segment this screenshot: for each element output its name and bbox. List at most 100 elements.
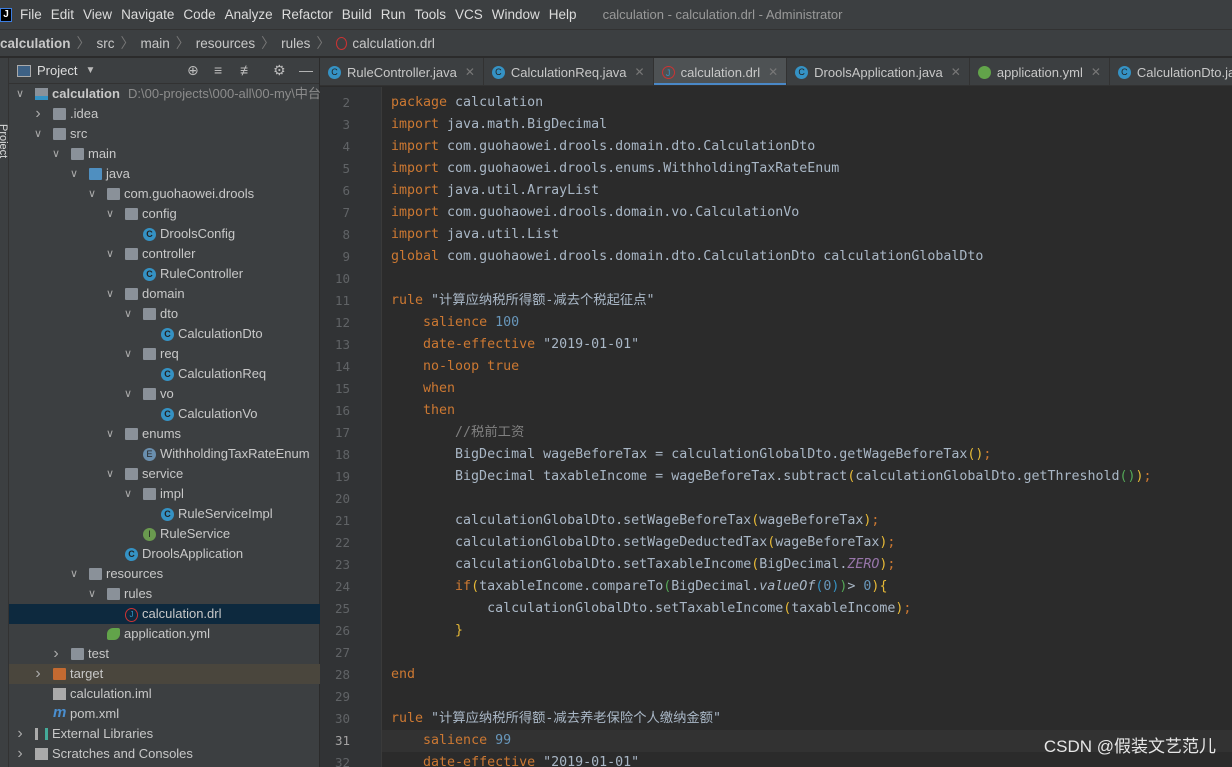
menu-build[interactable]: Build <box>342 7 372 22</box>
code-editor[interactable]: 2 3 4 5 6 7 8 9 10 11 12 13 14 15 16 17 18 19 20 21 22 23 24 25… <box>320 87 1232 767</box>
chevron-down-icon[interactable]: ∨ <box>123 344 133 364</box>
breadcrumb-item[interactable]: resources <box>196 36 255 51</box>
chevron-right-icon[interactable]: › <box>33 104 43 124</box>
tab-application-yml[interactable]: application.yml ✕ <box>970 58 1110 85</box>
close-icon[interactable]: ✕ <box>465 65 475 79</box>
file-icon <box>53 688 66 700</box>
chevron-down-icon[interactable]: ∨ <box>105 424 115 444</box>
chevron-down-icon[interactable]: ∨ <box>87 184 97 204</box>
tree-item[interactable]: ∨ dto <box>9 304 320 324</box>
tree-item[interactable]: C RuleServiceImpl <box>9 504 320 524</box>
menu-help[interactable]: Help <box>549 7 577 22</box>
chevron-down-icon[interactable]: ∨ <box>33 124 43 144</box>
chevron-right-icon[interactable]: › <box>15 744 25 764</box>
menu-navigate[interactable]: Navigate <box>121 7 174 22</box>
tree-item[interactable]: ∨ main <box>9 144 320 164</box>
chevron-down-icon[interactable]: ∨ <box>51 144 61 164</box>
project-tool-tab[interactable]: Project <box>0 124 9 158</box>
tree-item[interactable]: calculation.iml <box>9 684 320 704</box>
menu-edit[interactable]: Edit <box>51 7 74 22</box>
tab-calculation-drl[interactable]: Jcalculation.drl ✕ <box>653 58 788 85</box>
tree-item[interactable]: › target <box>9 664 320 684</box>
tree-item[interactable]: I RuleService <box>9 524 320 544</box>
tree-item[interactable]: ∨ req <box>9 344 320 364</box>
minimize-icon[interactable]: — <box>299 62 313 78</box>
breadcrumb-item[interactable]: src <box>97 36 115 51</box>
chevron-down-icon[interactable]: ∨ <box>69 164 79 184</box>
project-tree: ∨ calculation D:\00-projects\000-all\00-my… <box>9 84 321 764</box>
menu-vcs[interactable]: VCS <box>455 7 483 22</box>
tree-item[interactable]: E WithholdingTaxRateEnum <box>9 444 320 464</box>
tree-item[interactable]: ∨ src <box>9 124 320 144</box>
tree-item[interactable]: C DroolsConfig <box>9 224 320 244</box>
chevron-down-icon[interactable]: ∨ <box>15 84 25 104</box>
tree-item[interactable]: m pom.xml <box>9 704 320 724</box>
tab-droolsapplication-java[interactable]: C DroolsApplication.java ✕ <box>787 58 970 85</box>
close-icon[interactable]: ✕ <box>768 65 778 79</box>
tree-item[interactable]: C RuleController <box>9 264 320 284</box>
tree-item[interactable]: › Scratches and Consoles <box>9 744 320 764</box>
tree-item[interactable]: ∨ vo <box>9 384 320 404</box>
tree-item[interactable]: application.yml <box>9 624 320 644</box>
project-view-selector[interactable]: Project <box>37 63 77 78</box>
tree-item[interactable]: ∨ service <box>9 464 320 484</box>
tree-item[interactable]: Jcalculation.drl <box>9 604 320 624</box>
menu-analyze[interactable]: Analyze <box>225 7 273 22</box>
chevron-right-icon[interactable]: › <box>33 664 43 684</box>
chevron-down-icon[interactable]: ∨ <box>105 464 115 484</box>
tree-item[interactable]: ∨ resources <box>9 564 320 584</box>
tree-item[interactable]: ∨ java <box>9 164 320 184</box>
chevron-down-icon[interactable]: ∨ <box>69 564 79 584</box>
chevron-down-icon[interactable]: ∨ <box>105 204 115 224</box>
breadcrumb-item[interactable]: calculation.drl <box>352 36 435 51</box>
tree-item[interactable]: C CalculationReq <box>9 364 320 384</box>
breadcrumb-item[interactable]: rules <box>281 36 310 51</box>
tree-item[interactable]: › test <box>9 644 320 664</box>
menu-tools[interactable]: Tools <box>415 7 447 22</box>
gear-icon[interactable]: ⚙ <box>273 62 286 79</box>
menu-run[interactable]: Run <box>381 7 406 22</box>
close-icon[interactable]: ✕ <box>1091 65 1101 79</box>
tree-item[interactable]: C CalculationDto <box>9 324 320 344</box>
chevron-down-icon[interactable]: ∨ <box>123 304 133 324</box>
tree-item[interactable]: ∨ calculation D:\00-projects\000-all\00-my… <box>9 84 321 104</box>
chevron-down-icon[interactable]: ∨ <box>87 584 97 604</box>
pkg-icon <box>143 388 156 400</box>
locate-icon[interactable]: ⊕ <box>187 62 199 79</box>
close-icon[interactable]: ✕ <box>951 65 961 79</box>
menu-code[interactable]: Code <box>183 7 215 22</box>
menu-view[interactable]: View <box>83 7 112 22</box>
tree-item[interactable]: ∨ rules <box>9 584 320 604</box>
tree-item[interactable]: ∨ com.guohaowei.drools <box>9 184 320 204</box>
chevron-down-icon[interactable]: ∨ <box>105 244 115 264</box>
tree-item[interactable]: C DroolsApplication <box>9 544 320 564</box>
tree-item[interactable]: ∨ enums <box>9 424 320 444</box>
breadcrumb-item[interactable]: main <box>141 36 170 51</box>
tab-rulecontroller-java[interactable]: C RuleController.java ✕ <box>320 58 484 85</box>
tree-item[interactable]: C CalculationVo <box>9 404 320 424</box>
tree-item[interactable]: › External Libraries <box>9 724 320 744</box>
expand-all-icon[interactable]: ≡ <box>214 62 222 78</box>
watermark: CSDN @假装文艺范儿 <box>1043 737 1216 756</box>
menu-window[interactable]: Window <box>492 7 540 22</box>
chevron-right-icon[interactable]: › <box>51 644 61 664</box>
tree-item[interactable]: ∨ controller <box>9 244 320 264</box>
tab-calculationreq-java[interactable]: C CalculationReq.java ✕ <box>484 58 654 85</box>
chevron-down-icon[interactable]: ▼ <box>85 65 95 76</box>
chevron-down-icon[interactable]: ∨ <box>123 384 133 404</box>
chevron-right-icon[interactable]: › <box>15 724 25 744</box>
collapse-all-icon[interactable]: ≢ <box>240 62 254 78</box>
tree-item[interactable]: ∨ config <box>9 204 320 224</box>
breadcrumb-item[interactable]: calculation <box>0 36 71 51</box>
tree-item[interactable]: ∨ domain <box>9 284 320 304</box>
chevron-down-icon[interactable]: ∨ <box>105 284 115 304</box>
tree-item[interactable]: ∨ impl <box>9 484 320 504</box>
tab-label: application.yml <box>996 64 1083 80</box>
tree-item[interactable]: › .idea <box>9 104 320 124</box>
chevron-down-icon[interactable]: ∨ <box>123 484 133 504</box>
menu-file[interactable]: File <box>20 7 42 22</box>
tab-calculationdto-java[interactable]: C CalculationDto.java <box>1110 58 1232 85</box>
close-icon[interactable]: ✕ <box>635 65 645 79</box>
menu-refactor[interactable]: Refactor <box>282 7 333 22</box>
